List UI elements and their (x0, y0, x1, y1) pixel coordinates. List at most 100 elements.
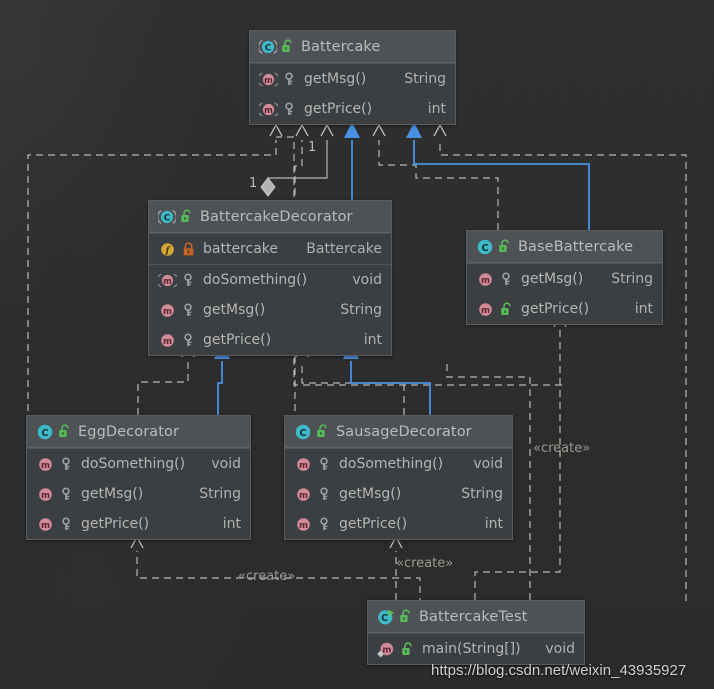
public-unlock-icon (401, 641, 414, 657)
member-label: getMsg() (81, 486, 144, 502)
member-type: int (484, 516, 503, 532)
public-unlock-icon (281, 39, 294, 54)
class-box-battercake[interactable]: C Battercake m getMsg() String m getPric… (249, 30, 456, 125)
class-icon: C (36, 423, 54, 441)
class-name-battercake-test: BattercakeTest (419, 608, 528, 625)
method-icon: m (476, 270, 495, 289)
realization-egg-to-decorator (137, 344, 195, 415)
member-row[interactable]: m doSomething() void (27, 449, 250, 479)
member-compartment-egg-decorator: m doSomething() void m getMsg() String m… (27, 448, 250, 539)
class-box-egg-decorator[interactable]: C EggDecorator m doSomething() void m ge… (26, 415, 251, 540)
member-row[interactable]: m doSomething() void (149, 265, 391, 295)
member-row[interactable]: m main(String[]) void (368, 634, 584, 664)
member-row[interactable]: m getMsg() String (27, 479, 250, 509)
member-label: getPrice() (203, 332, 272, 348)
class-box-sausage-decorator[interactable]: C SausageDecorator m doSomething() void … (284, 415, 513, 540)
key-icon (60, 516, 73, 532)
method-icon: m (294, 455, 313, 474)
member-row[interactable]: m getPrice() int (27, 509, 250, 539)
member-row[interactable]: m getMsg() String (285, 479, 512, 509)
member-row[interactable]: m getMsg() String (467, 264, 662, 294)
method-icon: m (158, 331, 177, 350)
svg-text:C: C (299, 427, 306, 438)
field-type: Battercake (306, 241, 382, 257)
key-icon (60, 456, 73, 472)
key-icon (182, 332, 195, 348)
member-label: getPrice() (81, 516, 150, 532)
member-row[interactable]: m doSomething() void (285, 449, 512, 479)
member-row[interactable]: m getPrice() int (467, 294, 662, 324)
svg-text:C: C (41, 427, 48, 438)
member-row[interactable]: m getPrice() int (250, 94, 455, 124)
class-name-battercake-decorator: BattercakeDecorator (200, 208, 353, 225)
svg-text:C: C (481, 242, 488, 253)
member-label: getPrice() (304, 101, 373, 117)
abstract-method-icon: m (259, 100, 278, 119)
key-icon (318, 516, 331, 532)
member-label: main(String[]) (422, 641, 521, 657)
class-icon: C (294, 423, 312, 441)
method-icon: m (36, 485, 55, 504)
abstract-method-icon: m (158, 271, 177, 290)
member-label: getPrice() (339, 516, 408, 532)
svg-text:C: C (265, 43, 272, 53)
key-icon (500, 271, 513, 287)
class-header-egg-decorator: C EggDecorator (27, 416, 250, 448)
svg-text:m: m (41, 521, 50, 531)
runnable-class-icon: C (377, 608, 395, 626)
private-lock-icon (182, 241, 195, 257)
member-type: int (363, 332, 382, 348)
class-header-battercake-decorator: C BattercakeDecorator (149, 201, 391, 233)
abstract-class-icon: C (158, 208, 176, 226)
member-row[interactable]: m getPrice() int (149, 325, 391, 355)
interface-icon: C (259, 38, 277, 56)
member-type: void (473, 456, 503, 472)
class-header-battercake: C Battercake (250, 31, 455, 63)
svg-text:m: m (299, 521, 308, 531)
abstract-method-icon: m (259, 70, 278, 89)
svg-text:m: m (163, 276, 172, 286)
svg-text:m: m (163, 337, 172, 347)
member-type: String (340, 302, 382, 318)
svg-text:m: m (264, 75, 273, 85)
member-row[interactable]: m getPrice() int (285, 509, 512, 539)
class-box-base-battercake[interactable]: C BaseBattercake m getMsg() String m get… (466, 230, 663, 325)
class-header-base-battercake: C BaseBattercake (467, 231, 662, 263)
member-row[interactable]: m getMsg() String (149, 295, 391, 325)
svg-text:m: m (481, 276, 490, 286)
key-icon (182, 272, 195, 288)
method-icon: m (158, 301, 177, 320)
svg-text:m: m (163, 307, 172, 317)
field-row[interactable]: f battercake Battercake (149, 234, 391, 264)
key-icon (283, 71, 296, 87)
member-type: void (211, 456, 241, 472)
svg-text:m: m (41, 491, 50, 501)
field-compartment-battercake-decorator: f battercake Battercake (149, 233, 391, 264)
public-unlock-icon (180, 209, 193, 224)
key-icon (60, 486, 73, 502)
aggregation-decorator-to-battercake (260, 123, 334, 197)
field-icon: f (158, 240, 177, 259)
member-row[interactable]: m getMsg() String (250, 64, 455, 94)
key-icon (283, 101, 296, 117)
public-unlock-icon (316, 424, 329, 439)
member-label: getMsg() (203, 302, 266, 318)
create-label-egg: «create» (238, 569, 296, 584)
method-icon: m (294, 485, 313, 504)
method-icon: m (476, 300, 495, 319)
field-label: battercake (203, 241, 279, 257)
member-type: String (199, 486, 241, 502)
member-type: void (545, 641, 575, 657)
class-box-battercake-decorator[interactable]: C BattercakeDecorator f battercake Batte… (148, 200, 392, 356)
multiplicity-label-top: 1 (308, 140, 317, 155)
multiplicity-label-diamond: 1 (249, 176, 258, 191)
member-label: doSomething() (203, 272, 308, 288)
class-box-battercake-test[interactable]: C BattercakeTest m main(String[]) void (367, 600, 585, 665)
inheritance-decorator-to-battercake (344, 122, 360, 200)
member-type: int (427, 101, 446, 117)
member-type: String (611, 271, 653, 287)
member-type: String (404, 71, 446, 87)
member-compartment-battercake-decorator: m doSomething() void m getMsg() String m… (149, 264, 391, 355)
svg-text:m: m (264, 105, 273, 115)
class-name-base-battercake: BaseBattercake (518, 238, 634, 255)
